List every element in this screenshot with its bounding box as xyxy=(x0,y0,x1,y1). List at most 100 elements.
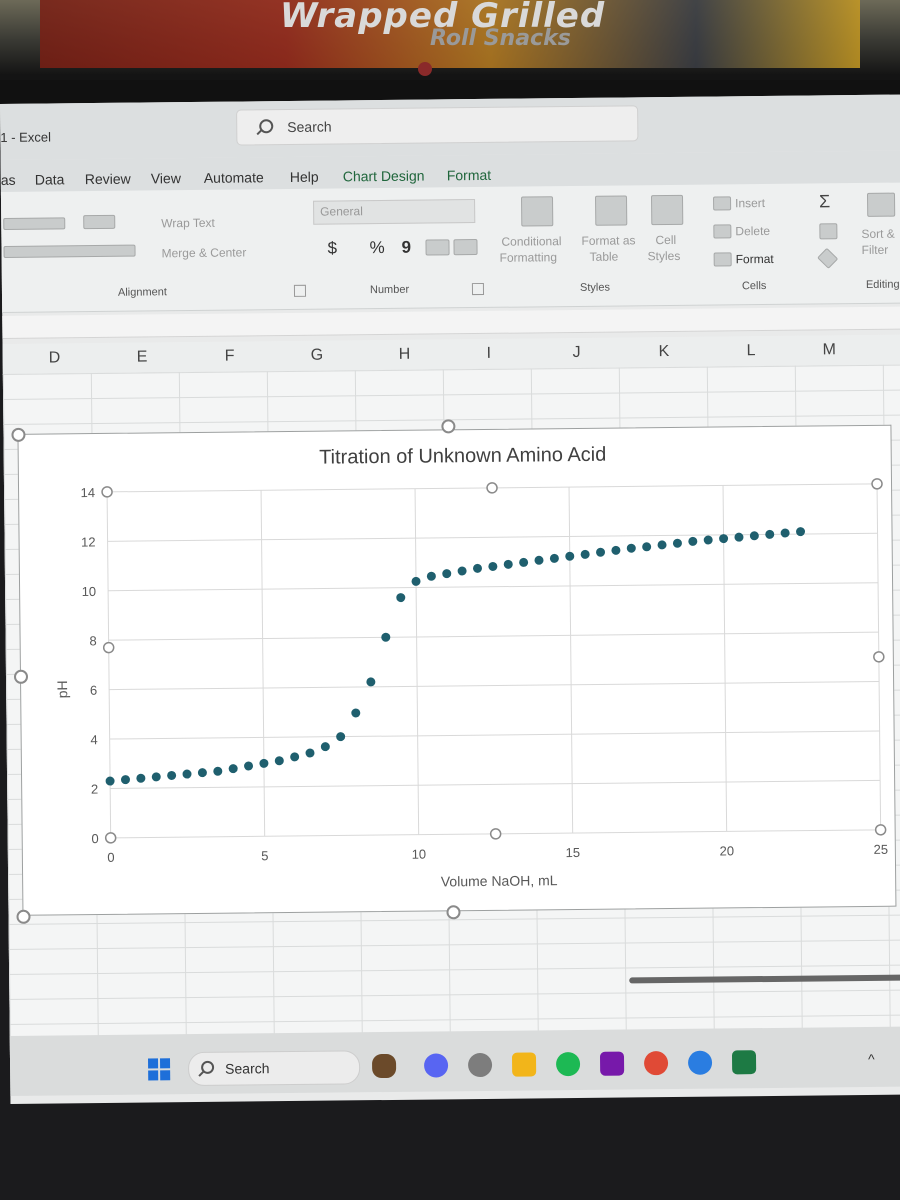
format-as-table-label-2[interactable]: Table xyxy=(590,250,619,264)
data-point[interactable] xyxy=(120,775,130,785)
windows-start-icon[interactable] xyxy=(148,1058,171,1081)
search-input[interactable]: Search xyxy=(236,105,639,146)
number-dialog-launcher[interactable] xyxy=(471,282,485,296)
merge-center-button[interactable]: Merge & Center xyxy=(161,245,246,260)
percent-button[interactable]: % xyxy=(369,238,384,258)
data-point[interactable] xyxy=(305,748,315,758)
plot-area-handle[interactable] xyxy=(871,478,883,490)
column-header-m[interactable]: M xyxy=(823,341,837,359)
data-point[interactable] xyxy=(765,529,775,539)
settings-gear-icon[interactable] xyxy=(467,1052,493,1078)
conditional-formatting-icon[interactable] xyxy=(520,196,554,227)
plot-area-handle[interactable] xyxy=(101,486,113,498)
alignment-dialog-launcher[interactable] xyxy=(293,284,307,297)
y-axis-title[interactable]: pH xyxy=(54,680,70,698)
plot-area-handle[interactable] xyxy=(489,828,502,840)
data-point[interactable] xyxy=(534,555,544,565)
wrap-text-button[interactable]: Wrap Text xyxy=(161,216,215,231)
increase-decimal-icon[interactable] xyxy=(425,239,450,256)
currency-button[interactable]: $ xyxy=(327,238,337,258)
data-point[interactable] xyxy=(213,766,223,776)
sort-filter-label-2[interactable]: Filter xyxy=(862,243,889,257)
plot-area-handle[interactable] xyxy=(102,641,115,654)
align-left-icon[interactable] xyxy=(3,217,66,230)
autosum-button[interactable]: Σ xyxy=(819,191,830,212)
number-format-select[interactable]: General xyxy=(313,199,476,225)
conditional-formatting-label-2[interactable]: Formatting xyxy=(500,250,558,265)
orientation-icon[interactable] xyxy=(83,214,116,230)
chart-resize-handle-bottom-left[interactable] xyxy=(16,909,31,924)
plot-area-handle[interactable] xyxy=(873,651,885,663)
align-center-icon[interactable] xyxy=(3,244,136,258)
sort-filter-icon[interactable] xyxy=(866,192,896,217)
discord-icon[interactable] xyxy=(423,1053,449,1078)
data-point[interactable] xyxy=(167,770,177,780)
clear-eraser-icon[interactable] xyxy=(817,247,839,269)
data-point[interactable] xyxy=(290,752,300,762)
fill-icon[interactable] xyxy=(819,223,838,240)
menu-item-review[interactable]: Review xyxy=(85,171,131,187)
data-point[interactable] xyxy=(780,528,790,538)
chart-resize-handle-top[interactable] xyxy=(441,419,456,434)
file-explorer-icon[interactable] xyxy=(511,1052,537,1077)
plot-area-handle[interactable] xyxy=(874,824,887,836)
data-point[interactable] xyxy=(611,545,621,555)
delete-button[interactable]: Delete xyxy=(735,224,770,238)
menu-item-automate[interactable]: Automate xyxy=(204,169,264,186)
data-point[interactable] xyxy=(657,540,667,550)
data-point[interactable] xyxy=(320,742,330,752)
data-point[interactable] xyxy=(197,768,207,778)
chart-resize-handle-left[interactable] xyxy=(13,669,29,684)
data-point[interactable] xyxy=(626,543,636,553)
data-point[interactable] xyxy=(488,561,498,571)
data-point[interactable] xyxy=(366,677,376,687)
chart-resize-handle-top-left[interactable] xyxy=(11,427,26,442)
taskbar-search[interactable]: Search xyxy=(187,1050,361,1087)
chrome-icon[interactable] xyxy=(643,1051,669,1076)
otter-app-icon[interactable] xyxy=(371,1053,397,1079)
column-header-j[interactable]: J xyxy=(573,344,581,362)
menu-item-data[interactable]: Data xyxy=(35,171,65,187)
x-axis-title[interactable]: Volume NaOH, mL xyxy=(441,872,558,889)
column-header-h[interactable]: H xyxy=(399,346,411,364)
tray-chevron-icon[interactable]: ^ xyxy=(868,1051,875,1067)
menu-item-format[interactable]: Format xyxy=(447,167,492,183)
data-point[interactable] xyxy=(259,758,269,768)
data-point[interactable] xyxy=(672,538,682,548)
data-point[interactable] xyxy=(274,756,284,766)
excel-taskbar-icon[interactable] xyxy=(731,1050,757,1075)
data-point[interactable] xyxy=(411,576,421,586)
column-header-i[interactable]: I xyxy=(487,345,492,363)
menu-item-view[interactable]: View xyxy=(151,170,181,186)
data-point[interactable] xyxy=(228,764,238,774)
format-as-table-icon[interactable] xyxy=(594,195,628,226)
column-header-d[interactable]: D xyxy=(49,349,61,367)
data-point[interactable] xyxy=(396,593,406,603)
data-point[interactable] xyxy=(549,553,559,563)
data-point[interactable] xyxy=(426,571,436,581)
conditional-formatting-label-1[interactable]: Conditional xyxy=(501,234,561,249)
onenote-icon[interactable] xyxy=(599,1051,625,1076)
data-point[interactable] xyxy=(105,776,115,786)
data-point[interactable] xyxy=(596,547,606,557)
plot-area-handle[interactable] xyxy=(486,482,498,494)
plot-area-handle[interactable] xyxy=(104,832,117,844)
telegram-icon[interactable] xyxy=(687,1050,713,1075)
data-point[interactable] xyxy=(381,632,391,642)
data-point[interactable] xyxy=(703,535,713,545)
menu-item-chart-design[interactable]: Chart Design xyxy=(343,168,425,185)
data-point[interactable] xyxy=(182,769,192,779)
insert-button[interactable]: Insert xyxy=(735,196,765,210)
data-point[interactable] xyxy=(136,773,146,783)
column-header-k[interactable]: K xyxy=(659,343,670,361)
data-point[interactable] xyxy=(642,542,652,552)
data-point[interactable] xyxy=(734,532,744,542)
menu-item-help[interactable]: Help xyxy=(290,169,319,185)
data-point[interactable] xyxy=(457,566,467,576)
scatter-chart[interactable]: Titration of Unknown Amino Acid pH Volum… xyxy=(18,426,895,915)
data-point[interactable] xyxy=(472,563,482,573)
chart-resize-handle-bottom[interactable] xyxy=(446,905,461,920)
cell-styles-icon[interactable] xyxy=(650,194,684,226)
sort-filter-label-1[interactable]: Sort & xyxy=(861,227,895,241)
column-header-f[interactable]: F xyxy=(225,348,235,366)
